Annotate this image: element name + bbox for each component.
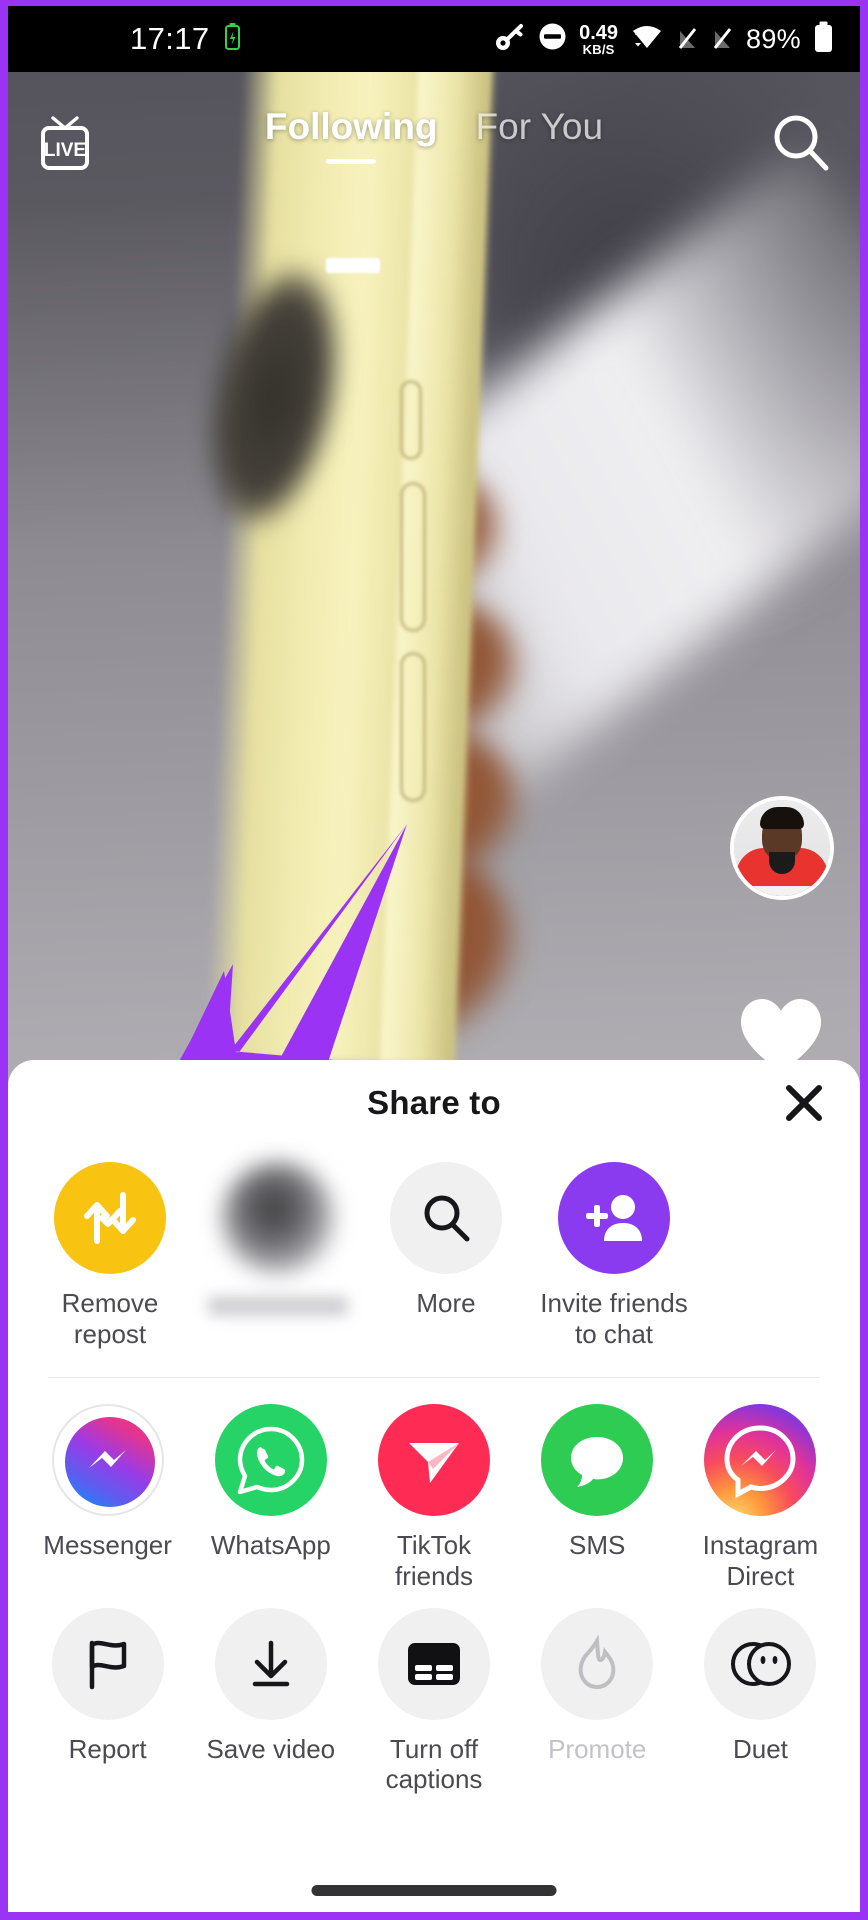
share-option-tiktok-friends[interactable]: TikTok friends [352,1404,515,1591]
share-option-label: More [416,1288,476,1318]
messenger-bubble [51,1404,164,1517]
status-time: 17:17 [130,21,210,56]
share-option-label: WhatsApp [210,1530,331,1561]
share-option-promote[interactable]: Promote [516,1607,679,1765]
share-row-apps: Messenger WhatsApp TikTok friends SMS In… [8,1378,860,1591]
share-sheet-header: Share to [8,1060,860,1146]
feed-tabs: Following For You [8,106,860,164]
whatsapp-bubble [214,1404,327,1517]
share-option-turn-off-captions[interactable]: Turn off captions [352,1607,515,1795]
search-icon [424,1195,470,1242]
battery-charging-icon [224,23,241,55]
share-option-save-video[interactable]: Save video [189,1607,352,1765]
annotated-screenshot-frame: 17:17 0.49 KB/S 89% LIVE Following For Y… [0,0,868,1920]
whatsapp-icon [237,1427,305,1495]
signal-slash-icon-2 [711,23,734,56]
share-option-label: Invite friends to chat [540,1288,688,1349]
share-row-actions: Report Save video Turn off captions Prom… [8,1592,860,1795]
user-avatar-blurred [222,1162,334,1274]
person-add-icon [586,1195,642,1241]
network-speed-value: 0.49 [579,21,619,44]
more-bubble [390,1162,502,1274]
share-option-whatsapp[interactable]: WhatsApp [189,1404,352,1561]
save-video-bubble [214,1607,327,1720]
share-option-label: Messenger [43,1530,172,1561]
search-icon [774,115,829,171]
network-speed: 0.49 KB/S [579,23,618,56]
share-option-label: Promote [548,1733,647,1764]
avatar-hoodie-stripe [736,886,828,896]
share-option-label: Duet [732,1733,788,1764]
remove-repost-bubble [54,1162,166,1274]
report-bubble [51,1607,164,1720]
instagram-direct-bubble [704,1404,817,1517]
share-sheet: Share to Remove repost More Invite frien… [8,1060,860,1912]
share-option-label: SMS [569,1530,626,1561]
download-icon [252,1640,290,1686]
home-indicator[interactable] [311,1885,557,1896]
avatar-hair [760,807,804,829]
messenger-icon [88,1450,126,1469]
do-not-disturb-icon [538,22,567,56]
share-option-messenger[interactable]: Messenger [26,1404,189,1561]
share-option-more[interactable]: More [362,1162,530,1319]
share-option-label: Turn off captions [385,1733,483,1795]
close-button[interactable] [776,1075,832,1131]
video-phone-button [400,652,426,802]
share-option-report[interactable]: Report [26,1607,189,1765]
network-speed-unit: KB/S [582,41,615,57]
status-bar: 17:17 0.49 KB/S 89% [8,6,860,72]
share-option-instagram-direct[interactable]: Instagram Direct [679,1404,842,1591]
wifi-icon [630,23,664,56]
search-button[interactable] [768,110,834,176]
share-option-sms[interactable]: SMS [516,1404,679,1561]
share-option-invite-friends[interactable]: Invite friends to chat [530,1162,698,1349]
status-bar-left: 17:17 [130,6,241,72]
invite-friends-bubble [558,1162,670,1274]
sms-bubble [541,1404,654,1517]
phone-screen: 17:17 0.49 KB/S 89% LIVE Following For Y… [8,6,860,1912]
tiktok-friends-bubble [378,1404,490,1517]
video-phone-button [400,482,426,632]
tiktok-send-icon [409,1443,459,1484]
video-phone-notch [326,258,380,273]
tab-following[interactable]: Following [265,106,438,164]
signal-slash-icon [676,23,699,56]
tab-for-you[interactable]: For You [476,106,604,164]
top-navigation-bar: LIVE Following For You [8,92,860,202]
video-side-actions [730,796,834,900]
duet-icon [731,1641,792,1686]
share-option-contact-redacted[interactable] [194,1162,362,1316]
battery-full-icon [813,21,834,58]
key-icon [494,22,526,57]
repost-icon [84,1192,136,1244]
share-row-primary: Remove repost More Invite friends to cha… [8,1146,860,1355]
share-option-label: Report [68,1733,147,1764]
captions-icon [408,1642,460,1685]
close-icon [786,1085,822,1121]
share-option-label: Remove repost [61,1288,159,1349]
share-option-label: Instagram Direct [702,1530,819,1592]
share-option-label: Save video [206,1733,336,1764]
battery-percent: 89% [746,23,801,54]
creator-avatar[interactable] [730,796,834,900]
share-option-label: TikTok friends [394,1530,474,1592]
sms-bubble-icon [571,1437,624,1488]
video-phone-button [400,380,422,460]
flag-icon [89,1640,126,1689]
status-bar-right: 0.49 KB/S 89% [494,6,834,72]
duet-bubble [704,1607,817,1720]
share-option-remove-repost[interactable]: Remove repost [26,1162,194,1349]
instagram-direct-icon [724,1425,796,1499]
promote-bubble [541,1607,654,1720]
share-option-duet[interactable]: Duet [679,1607,842,1765]
flame-icon [578,1634,616,1689]
user-name-blurred [208,1296,348,1316]
captions-bubble [378,1607,490,1720]
share-sheet-title: Share to [367,1084,501,1121]
